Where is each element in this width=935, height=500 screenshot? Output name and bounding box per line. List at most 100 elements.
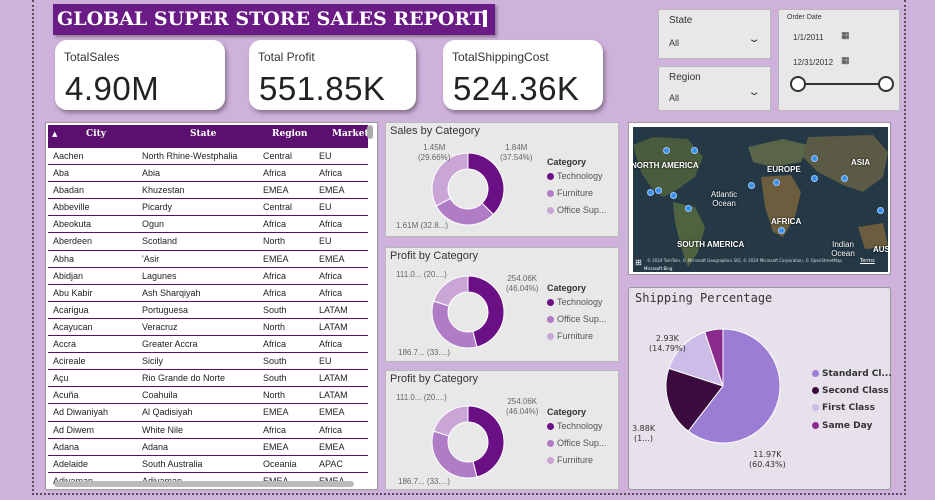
table-row[interactable]: Adelaide South Australia Oceania APAC xyxy=(48,456,368,473)
map-point[interactable] xyxy=(685,205,692,212)
legend-item-furniture[interactable]: Furniture xyxy=(547,188,593,198)
table-cell: Veracruz xyxy=(142,321,178,332)
horizontal-scrollbar[interactable] xyxy=(54,481,354,487)
table-cell: EU xyxy=(319,202,332,213)
table-cell: Acuña xyxy=(53,390,79,401)
table-cell: EMEA xyxy=(319,407,345,418)
legend-item-second-class[interactable]: Second Class xyxy=(812,386,889,396)
map-point[interactable] xyxy=(811,175,818,182)
table-row[interactable]: Abadan Khuzestan EMEA EMEA xyxy=(48,182,368,200)
chevron-down-icon[interactable]: ⌄ xyxy=(747,87,760,98)
chevron-down-icon[interactable]: ⌄ xyxy=(747,34,760,45)
state-slicer[interactable]: State All ⌄ xyxy=(658,9,771,59)
legend-item-office-supplies[interactable]: Office Sup... xyxy=(547,438,606,448)
column-header-market[interactable]: Market xyxy=(332,129,369,139)
map-point[interactable] xyxy=(647,189,654,196)
report-title: GLOBAL SUPER STORE SALES REPORT xyxy=(53,4,495,35)
legend-item-first-class[interactable]: First Class xyxy=(812,403,875,413)
table-row[interactable]: Acayucan Veracruz North LATAM xyxy=(48,319,368,337)
pie-slice[interactable] xyxy=(467,152,505,216)
state-slicer-value[interactable]: All xyxy=(669,38,679,48)
column-header-state[interactable]: State xyxy=(190,129,216,139)
table-row[interactable]: Abbeville Picardy Central EU xyxy=(48,199,368,217)
legend-item-technology[interactable]: Technology xyxy=(547,421,603,431)
table-row[interactable]: Aachen North Rhine-Westphalia Central EU xyxy=(48,148,368,166)
table-row[interactable]: Ad Diwem White Nile Africa Africa xyxy=(48,422,368,439)
table-row[interactable]: Abeokuta Ogun Africa Africa xyxy=(48,216,368,234)
date-range-end-handle[interactable] xyxy=(878,76,894,92)
column-header-region[interactable]: Region xyxy=(272,129,307,139)
end-date-input[interactable]: 12/31/2012 xyxy=(793,58,833,67)
map-point[interactable] xyxy=(748,182,755,189)
map-point[interactable] xyxy=(778,227,785,234)
sales-map[interactable]: NORTH AMERICA EUROPE ASIA Atlantic Ocean… xyxy=(628,122,891,275)
table-row[interactable]: Accra Greater Accra Africa Africa xyxy=(48,336,368,354)
map-point[interactable] xyxy=(811,155,818,162)
profit-donut[interactable] xyxy=(431,275,505,349)
profit-by-category-chart-2[interactable]: Profit by Category 111.0... (20....) 254… xyxy=(385,370,619,490)
table-row[interactable]: Acuña Coahuila North LATAM xyxy=(48,387,368,405)
table-cell: LATAM xyxy=(319,390,348,401)
map-point[interactable] xyxy=(877,207,884,214)
table-cell: Africa xyxy=(263,270,287,281)
calendar-icon[interactable]: ▦ xyxy=(841,30,850,41)
table-row[interactable]: Aberdeen Scotland North EU xyxy=(48,233,368,251)
map-point[interactable] xyxy=(691,147,698,154)
legend-item-same-day[interactable]: Same Day xyxy=(812,421,872,431)
map-point[interactable] xyxy=(655,187,662,194)
table-row[interactable]: Adana Adana EMEA EMEA xyxy=(48,439,368,456)
table-row[interactable]: Abidjan Lagunes Africa Africa xyxy=(48,268,368,285)
start-date-input[interactable]: 1/1/2011 xyxy=(793,33,824,42)
pie-slice[interactable] xyxy=(433,275,469,307)
legend-item-standard-class[interactable]: Standard Cl... xyxy=(812,369,892,379)
table-row[interactable]: Abu Kabir Ash Sharqiyah Africa Africa xyxy=(48,285,368,302)
legend-item-furniture[interactable]: Furniture xyxy=(547,455,593,465)
table-cell: EMEA xyxy=(263,407,289,418)
region-slicer[interactable]: Region All ⌄ xyxy=(658,66,771,111)
map-point[interactable] xyxy=(773,179,780,186)
sort-ascending-icon[interactable]: ▲ xyxy=(52,129,57,138)
table-row[interactable]: Ad Diwaniyah Al Qadisiyah EMEA EMEA xyxy=(48,404,368,422)
region-slicer-value[interactable]: All xyxy=(669,93,679,103)
vertical-scrollbar[interactable] xyxy=(367,125,373,139)
calendar-icon[interactable]: ▦ xyxy=(841,55,850,66)
kpi-total-shipping-cost[interactable]: TotalShippingCost 524.36K xyxy=(443,40,603,110)
legend-item-office-supplies[interactable]: Office Sup... xyxy=(547,314,606,324)
shipping-percentage-chart[interactable]: Shipping Percentage 2.93K (14.79%) 3.88K(… xyxy=(628,287,892,490)
profit-donut[interactable] xyxy=(431,405,505,479)
table-row[interactable]: Açu Rio Grande do Norte South LATAM xyxy=(48,370,368,388)
profit-by-category-chart-1[interactable]: Profit by Category 111.0... (20....) 254… xyxy=(385,247,619,362)
table-cell: Abidjan xyxy=(53,270,84,281)
map-point[interactable] xyxy=(663,147,670,154)
map-canvas[interactable]: NORTH AMERICA EUROPE ASIA Atlantic Ocean… xyxy=(633,127,888,272)
pie-slice[interactable] xyxy=(431,300,478,349)
legend-item-technology[interactable]: Technology xyxy=(547,171,603,181)
sales-by-category-chart[interactable]: Sales by Category 1.45M (29.66%) 1.84M (37… xyxy=(385,122,619,237)
table-cell: Abha xyxy=(53,253,75,264)
table-cell: Ad Diwaniyah xyxy=(53,407,109,418)
column-header-city[interactable]: City xyxy=(86,129,106,139)
table-cell: EMEA xyxy=(319,185,345,196)
sales-donut[interactable] xyxy=(431,152,505,226)
date-range-start-handle[interactable] xyxy=(790,76,806,92)
kpi-total-profit[interactable]: Total Profit 551.85K xyxy=(249,40,416,110)
table-row[interactable]: Acarigua Portuguesa South LATAM xyxy=(48,302,368,319)
table-row[interactable]: Aba Abia Africa Africa xyxy=(48,165,368,183)
legend-item-office-supplies[interactable]: Office Sup... xyxy=(547,205,606,215)
pie-slice[interactable] xyxy=(433,405,469,437)
table-cell: EMEA xyxy=(263,441,289,452)
map-point[interactable] xyxy=(841,175,848,182)
map-terms-link[interactable]: Terms xyxy=(860,258,875,264)
legend-item-furniture[interactable]: Furniture xyxy=(547,331,593,341)
city-table[interactable]: City State Region Market ▲ Aachen North R… xyxy=(45,122,378,490)
map-point[interactable] xyxy=(670,192,677,199)
table-row[interactable]: Abha 'Asir EMEA EMEA xyxy=(48,251,368,268)
table-cell: Aberdeen xyxy=(53,236,93,247)
legend-item-technology[interactable]: Technology xyxy=(547,297,603,307)
pie-slice[interactable] xyxy=(431,430,478,479)
table-cell: LATAM xyxy=(319,304,348,315)
microsoft-logo-icon: ⊞ xyxy=(635,258,642,267)
kpi-total-sales[interactable]: TotalSales 4.90M xyxy=(55,40,225,110)
table-row[interactable]: Acireale Sicily South EU xyxy=(48,353,368,371)
order-date-slicer[interactable]: Order Date 1/1/2011 ▦ 12/31/2012 ▦ xyxy=(778,9,900,111)
